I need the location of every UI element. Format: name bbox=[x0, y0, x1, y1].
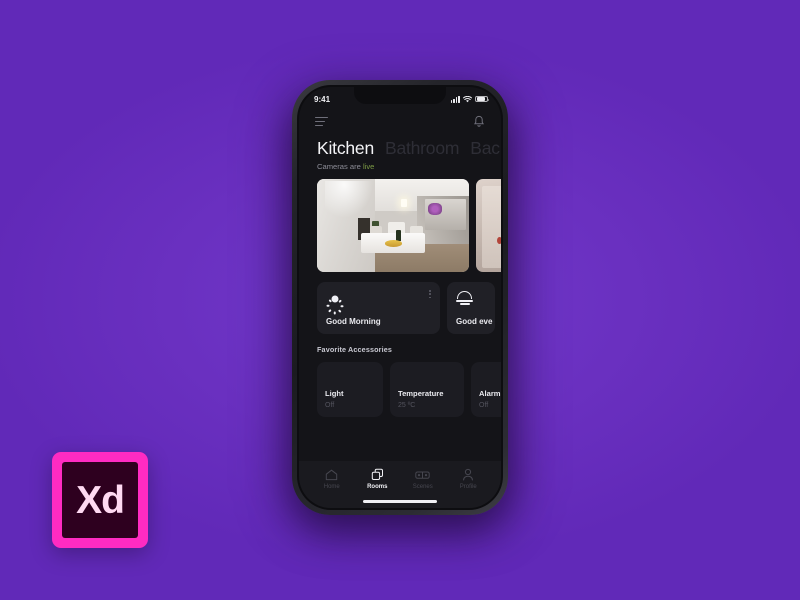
scenes-icon bbox=[415, 468, 430, 481]
accessory-state-alarm: Off bbox=[479, 402, 489, 409]
favorite-accessories-row[interactable]: Light Off Temperature 25 ºC Alarm Off bbox=[299, 354, 501, 417]
tab-profile[interactable]: Profile bbox=[447, 468, 489, 490]
wifi-icon bbox=[463, 95, 472, 103]
hamburger-menu-icon[interactable] bbox=[315, 117, 328, 126]
accessory-state-light: Off bbox=[325, 402, 335, 409]
cameras-status-state: live bbox=[363, 162, 375, 171]
scene-label-good-evening: Good eve bbox=[456, 317, 493, 326]
rooms-icon bbox=[371, 468, 384, 481]
accessory-card-temperature[interactable]: Temperature 25 ºC bbox=[390, 362, 464, 417]
tab-label-profile: Profile bbox=[459, 484, 477, 490]
hallway-camera-image bbox=[476, 179, 501, 272]
tab-scenes[interactable]: Scenes bbox=[402, 468, 444, 490]
tab-label-home: Home bbox=[323, 484, 340, 490]
room-tab-bathroom[interactable]: Bathroom bbox=[385, 138, 459, 159]
room-tabs[interactable]: Kitchen Bathroom Bac bbox=[299, 135, 501, 159]
kitchen-camera-image bbox=[317, 179, 469, 272]
tab-label-rooms: Rooms bbox=[367, 484, 388, 490]
app-bar bbox=[299, 108, 501, 135]
status-bar-time: 9:41 bbox=[314, 94, 331, 104]
accessory-name-light: Light bbox=[325, 389, 344, 398]
home-indicator bbox=[363, 500, 437, 503]
tab-label-scenes: Scenes bbox=[412, 484, 433, 490]
phone-device-frame: 9:41 Kitchen Bathroom Bac Cameras are li… bbox=[292, 80, 508, 515]
status-bar: 9:41 bbox=[299, 87, 501, 108]
accessory-card-light[interactable]: Light Off bbox=[317, 362, 383, 417]
accessory-name-alarm: Alarm bbox=[479, 389, 501, 398]
profile-icon bbox=[462, 468, 474, 481]
cameras-status-text: Cameras are live bbox=[299, 159, 501, 171]
scenes-row[interactable]: Good Morning Good eve bbox=[299, 272, 501, 334]
accessory-name-temperature: Temperature bbox=[398, 389, 444, 398]
accessory-card-alarm[interactable]: Alarm Off bbox=[471, 362, 501, 417]
accessory-state-temperature: 25 ºC bbox=[398, 402, 416, 409]
phone-screen: 9:41 Kitchen Bathroom Bac Cameras are li… bbox=[299, 87, 501, 508]
phone-bezel: 9:41 Kitchen Bathroom Bac Cameras are li… bbox=[297, 85, 503, 510]
tab-home[interactable]: Home bbox=[311, 468, 353, 490]
cameras-status-prefix: Cameras are bbox=[317, 162, 364, 171]
hallway-camera-feed[interactable] bbox=[476, 179, 501, 272]
room-tab-backyard[interactable]: Bac bbox=[470, 138, 500, 159]
room-tab-kitchen[interactable]: Kitchen bbox=[317, 138, 374, 159]
sun-icon bbox=[326, 290, 343, 314]
cellular-signal-icon bbox=[450, 95, 460, 103]
adobe-xd-logo-inner: Xd bbox=[62, 462, 138, 538]
scene-label-good-morning: Good Morning bbox=[326, 317, 381, 326]
sunset-icon bbox=[456, 290, 473, 306]
scene-card-good-evening[interactable]: Good eve bbox=[447, 282, 495, 334]
bottom-tab-bar[interactable]: Home Rooms Scenes Profile bbox=[299, 461, 501, 508]
kitchen-camera-feed[interactable] bbox=[317, 179, 469, 272]
camera-feed-strip[interactable] bbox=[299, 171, 501, 272]
bell-icon[interactable] bbox=[473, 115, 485, 128]
more-vertical-icon[interactable] bbox=[429, 290, 431, 299]
adobe-xd-logo-text: Xd bbox=[76, 478, 125, 522]
tab-rooms[interactable]: Rooms bbox=[356, 468, 398, 490]
scene-card-good-morning[interactable]: Good Morning bbox=[317, 282, 440, 334]
favorite-accessories-title: Favorite Accessories bbox=[317, 345, 393, 354]
adobe-xd-logo: Xd bbox=[52, 452, 148, 548]
status-bar-icons bbox=[450, 95, 490, 103]
home-icon bbox=[325, 468, 338, 481]
battery-icon bbox=[475, 95, 490, 103]
